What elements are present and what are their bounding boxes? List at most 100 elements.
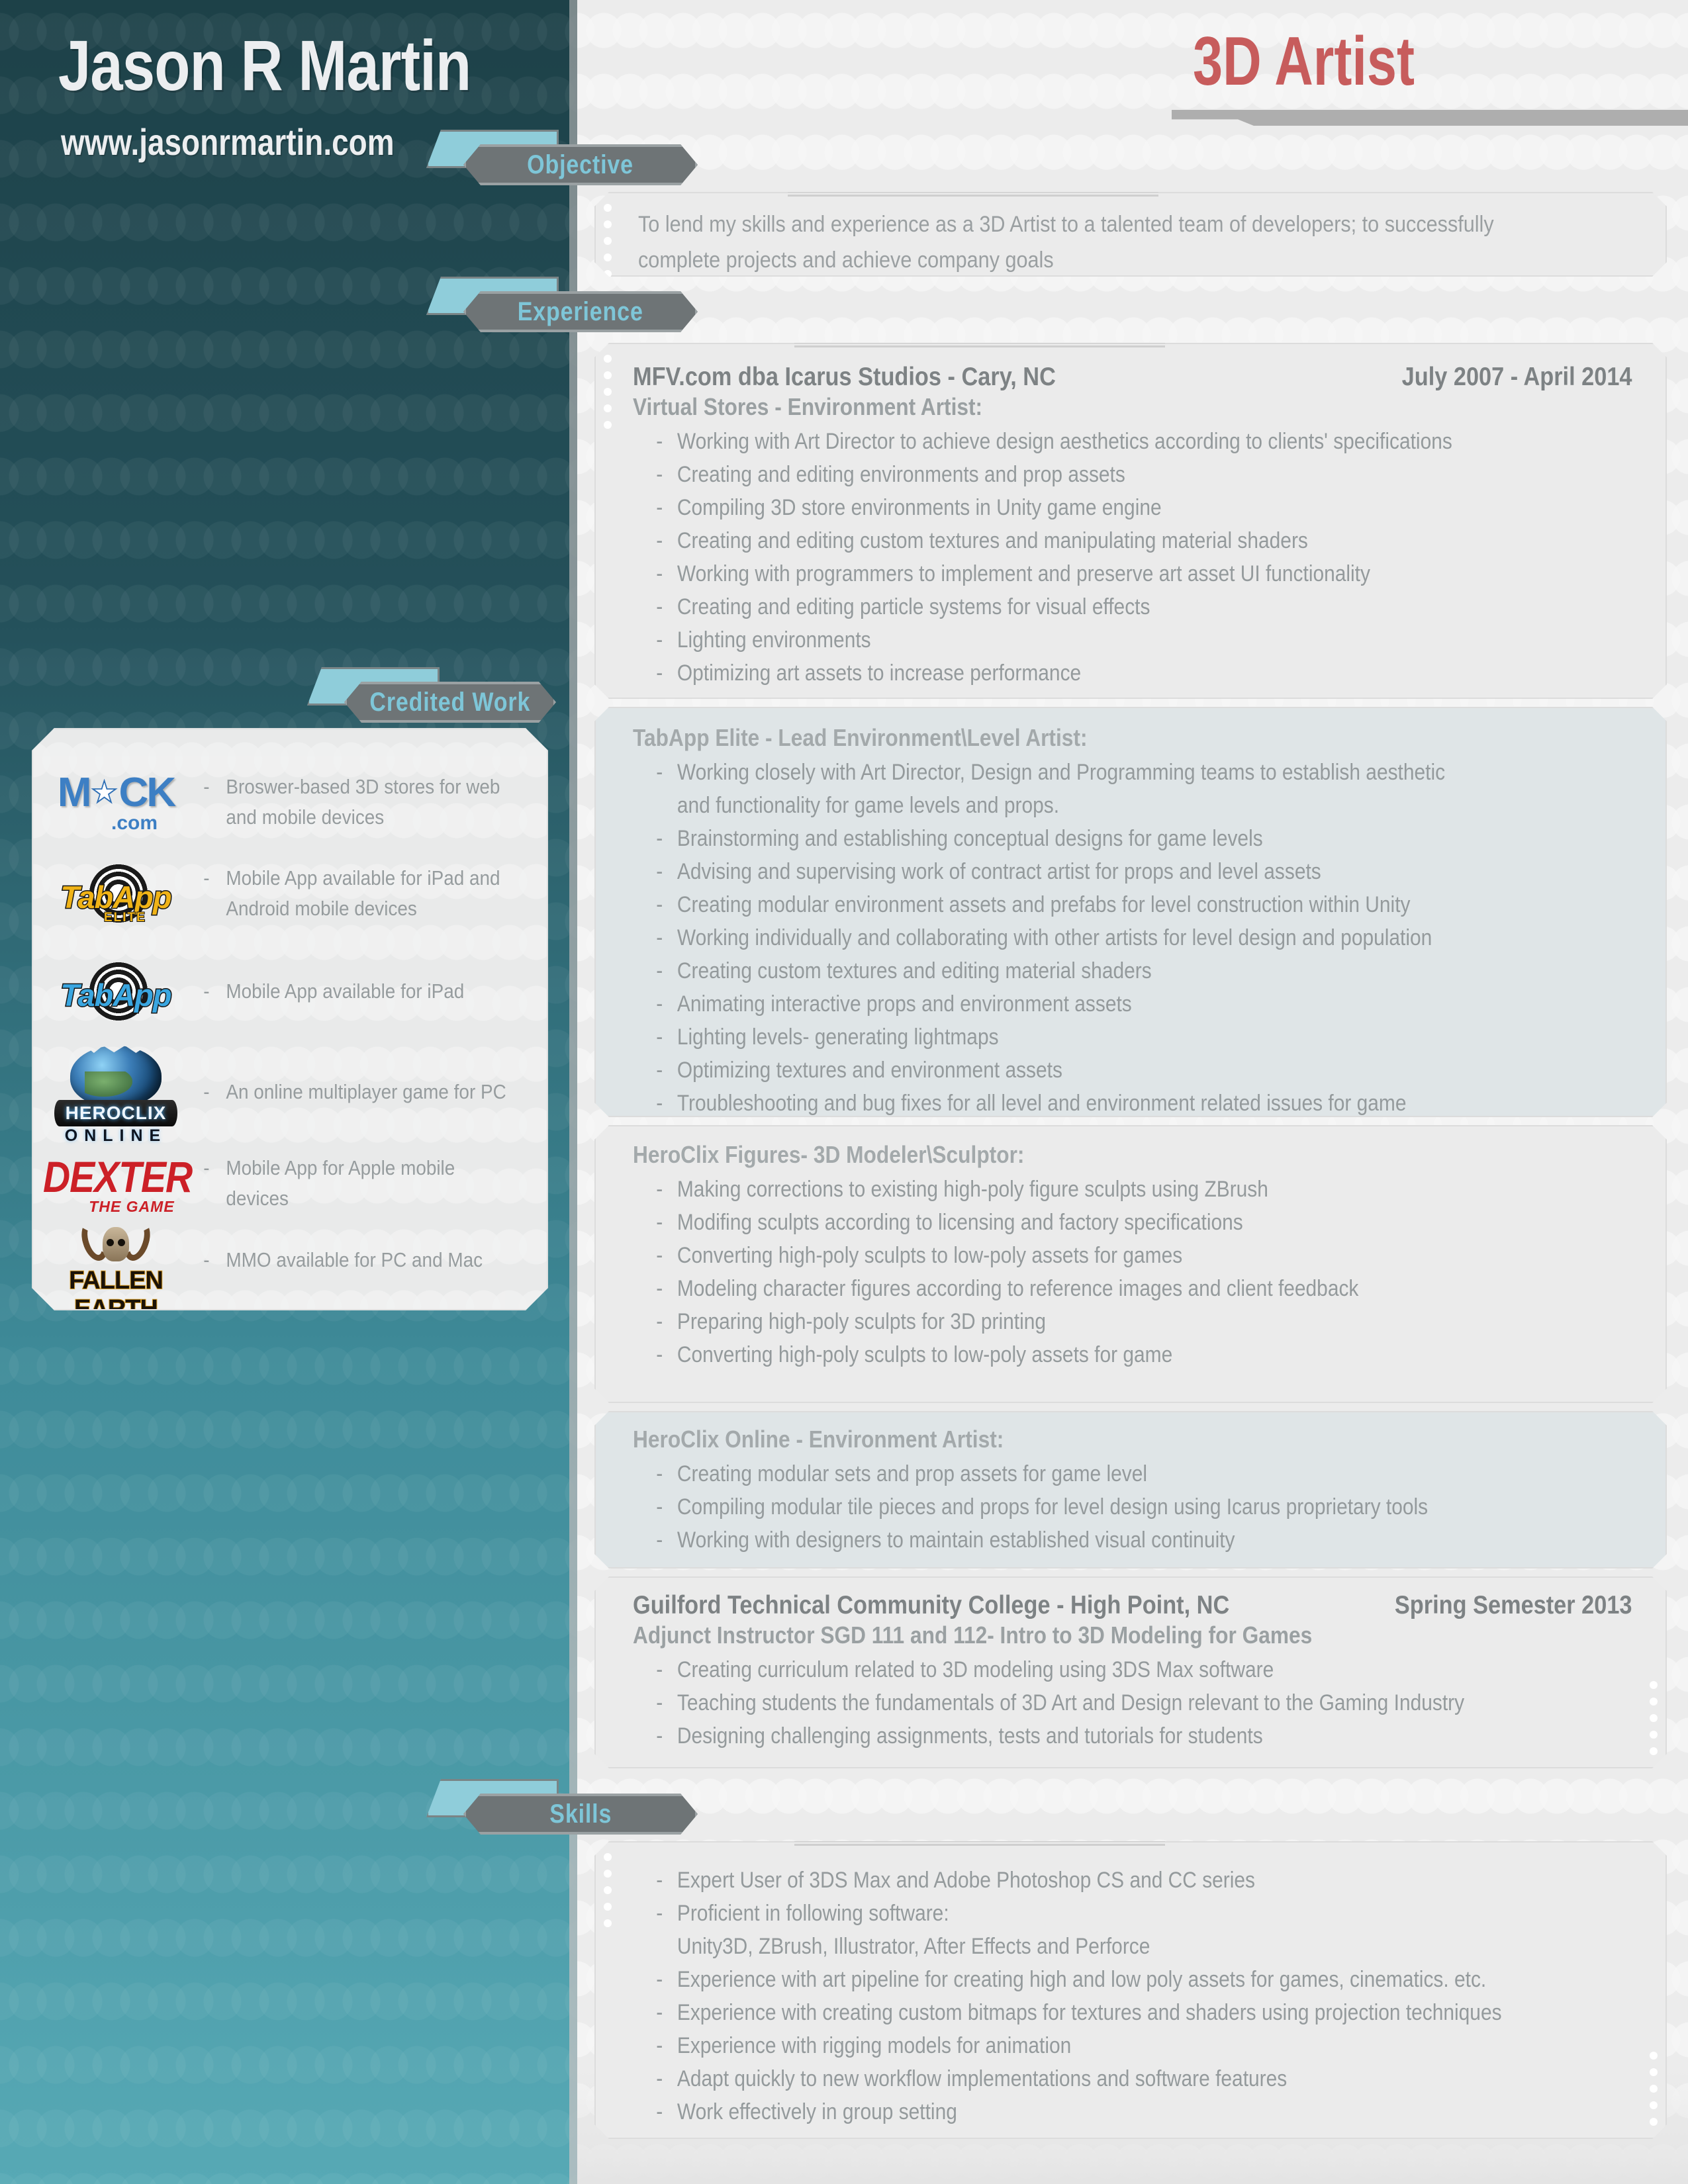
tabapp-elite-logo: TabApp ELITE [33,862,199,925]
panel-dots-decor [1650,1681,1658,1755]
bullet-item: Experience with art pipeline for creatin… [633,1963,1632,1996]
job-title: 3D Artist [1193,23,1415,100]
experience-panel-guilford: Guilford Technical Community College - H… [594,1576,1667,1768]
website-link[interactable]: www.jasonrmartin.com [61,120,395,163]
skull-icon [84,1220,148,1267]
star-icon [91,779,118,807]
tabapp-logo: TabApp [33,960,199,1023]
bullet-item: Expert User of 3DS Max and Adobe Photosh… [633,1864,1632,1897]
bullet-item: Lighting environments [633,623,1632,657]
credited-work-description: An online multiplayer game for PC [199,1077,512,1107]
employer-name: Guilford Technical Community College - H… [633,1591,1230,1619]
bullet-item: Creating custom textures and editing mat… [633,954,1632,987]
bullet-item: Working with Art Director to achieve des… [633,425,1632,458]
bullet-item: Advising and supervising work of contrac… [633,855,1632,888]
bullet-item: Working with programmers to implement an… [633,557,1632,590]
section-tab-label-credited-work: Credited Work [369,687,531,717]
bullet-item: Lighting levels- generating lightmaps [633,1021,1632,1054]
credited-work-description: Broswer-based 3D stores for web and mobi… [199,772,512,833]
section-tab-experience: Experience [426,277,698,332]
bullet-item: Proficient in following software: [633,1897,1632,1930]
role-bullets: Making corrections to existing high-poly… [633,1173,1632,1371]
bullet-item: Experience with rigging models for anima… [633,2029,1632,2062]
panel-dots-decor [604,204,612,278]
section-tab-label-experience: Experience [518,296,643,326]
credited-work-description: Mobile App available for iPad and Androi… [199,863,512,924]
credited-work-description: Mobile App available for iPad [199,976,512,1007]
bullet-item: Optimizing textures and environment asse… [633,1054,1632,1087]
experience-panel-heroclix-online: HeroClix Online - Environment Artist: Cr… [594,1411,1667,1569]
dexter-logo-text: DEXTER [43,1153,193,1202]
bullet-item: Converting high-poly sculpts to low-poly… [633,1239,1632,1272]
tabapp-elite-logo-sub: ELITE [104,911,146,925]
bullet-item: Creating and editing particle systems fo… [633,590,1632,623]
bullet-item: Working closely with Art Director, Desig… [633,756,1632,789]
bullet-item-continuation: and functionality for game levels and pr… [677,793,1060,818]
role-title: HeroClix Online - Environment Artist: [633,1426,1004,1453]
role-title: HeroClix Figures- 3D Modeler\Sculptor: [633,1141,1025,1168]
role-title: Adjunct Instructor SGD 111 and 112- Intr… [633,1621,1313,1649]
bullet-item: Preparing high-poly sculpts for 3D print… [633,1305,1632,1338]
bullet-item: Compiling modular tile pieces and props … [633,1490,1632,1524]
bullet-item: Working individually and collaborating w… [633,921,1632,954]
section-tab-label-skills: Skills [549,1799,612,1829]
tab-pill: Credited Work [344,682,556,723]
bullet-item: Troubleshooting and bug fixes for all le… [633,1087,1632,1120]
role-bullets: Working with Art Director to achieve des… [633,425,1632,690]
bullet-item: Modeling character figures according to … [633,1272,1632,1305]
bullet-item: Designing challenging assignments, tests… [633,1719,1632,1752]
section-tab-credited-work: Credited Work [307,667,556,723]
tab-pill: Objective [463,144,698,185]
skills-panel: Expert User of 3DS Max and Adobe Photosh… [594,1841,1667,2139]
bullet-item: Creating and editing custom textures and… [633,524,1632,557]
credited-work-panel: MCK .com Broswer-based 3D stores for web… [32,728,548,1310]
role-title: TabApp Elite - Lead Environment\Level Ar… [633,724,1088,751]
objective-panel: To lend my skills and experience as a 3D… [594,192,1667,277]
globe-icon [70,1046,162,1107]
bullet-item: Brainstorming and establishing conceptua… [633,822,1632,855]
panel-dots-decor [1650,2052,1658,2126]
fallen-earth-logo: FALLEN EARTH [33,1220,199,1300]
credited-work-description: MMO available for PC and Mac [199,1245,512,1275]
experience-panel-mfv-virtual-stores: MFV.com dba Icarus Studios - Cary, NC Ju… [594,343,1667,699]
bullet-item: Creating curriculum related to 3D modeli… [633,1653,1632,1686]
bullet-item: Modifing sculpts according to licensing … [633,1206,1632,1239]
employer-name: MFV.com dba Icarus Studios - Cary, NC [633,363,1056,391]
heroclix-logo-text: HEROCLIX [65,1103,167,1123]
employer-row: Guilford Technical Community College - H… [633,1591,1632,1620]
employer-row: MFV.com dba Icarus Studios - Cary, NC Ju… [633,363,1632,392]
employment-dates: Spring Semester 2013 [1394,1591,1632,1619]
bullet-item: Creating and editing environments and pr… [633,458,1632,491]
dexter-logo: DEXTER THE GAME [33,1156,199,1211]
bullet-item: Adapt quickly to new workflow implementa… [633,2062,1632,2095]
objective-text: To lend my skills and experience as a 3D… [638,212,1494,273]
heroclix-online-logo: HEROCLIX ONLINE [33,1046,199,1138]
credited-work-item: FALLEN EARTH MMO available for PC and Ma… [33,1220,547,1300]
experience-panel-heroclix-figures: HeroClix Figures- 3D Modeler\Sculptor: M… [594,1125,1667,1403]
bullet-item: Experience with creating custom bitmaps … [633,1996,1632,2029]
tab-pill: Skills [463,1794,698,1835]
mock-logo: M CK .com [57,770,175,834]
credited-work-item: TabApp ELITE Mobile App available for iP… [33,862,547,925]
role-bullets: Working closely with Art Director, Desig… [633,756,1632,1120]
credited-work-item: HEROCLIX ONLINE An online multiplayer ga… [33,1046,547,1138]
skills-bullets: Expert User of 3DS Max and Adobe Photosh… [633,1864,1632,2128]
tabapp-elite-logo-text: TabApp [60,880,171,915]
section-tab-objective: Objective [426,130,698,185]
role-bullets: Creating modular sets and prop assets fo… [633,1457,1632,1557]
section-tab-skills: Skills [426,1779,698,1835]
bullet-item: Work effectively in group setting [633,2095,1632,2128]
bullet-item: Working with designers to maintain estab… [633,1524,1632,1557]
credited-work-item: MCK .com Broswer-based 3D stores for web… [33,769,547,835]
section-tab-label-objective: Objective [527,150,634,179]
panel-dots-decor [604,1853,612,1927]
credited-work-item: TabApp Mobile App available for iPad [33,960,547,1023]
bullet-item: Converting high-poly sculpts to low-poly… [633,1338,1632,1371]
bullet-item: Making corrections to existing high-poly… [633,1173,1632,1206]
role-title: Virtual Stores - Environment Artist: [633,393,983,420]
bullet-item: Optimizing art assets to increase perfor… [633,657,1632,690]
role-bullets: Creating curriculum related to 3D modeli… [633,1653,1632,1752]
bullet-item: Compiling 3D store environments in Unity… [633,491,1632,524]
bullet-item: Creating modular environment assets and … [633,888,1632,921]
credited-work-description: Mobile App for Apple mobile devices [199,1153,512,1214]
